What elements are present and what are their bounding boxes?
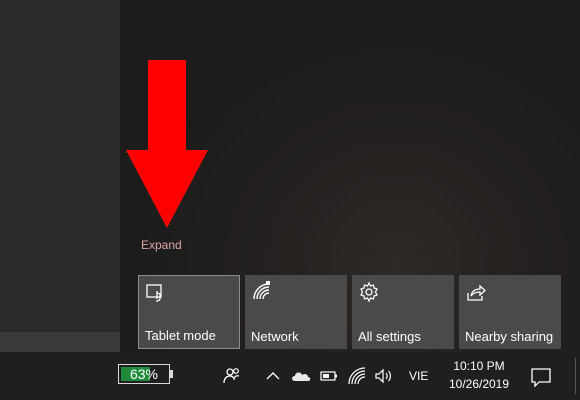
battery-indicator[interactable]: 63% bbox=[118, 364, 176, 386]
nearby-sharing-label: Nearby sharing bbox=[465, 329, 554, 344]
quick-actions: Tablet mode Network All settings Nearby … bbox=[138, 275, 562, 349]
network-tile[interactable]: Network bbox=[245, 275, 347, 349]
battery-tip bbox=[170, 370, 173, 378]
show-desktop-edge[interactable] bbox=[575, 358, 576, 394]
network-label: Network bbox=[251, 329, 299, 344]
nearby-sharing-icon bbox=[467, 284, 486, 301]
desktop-screen: Expand Tablet mode Network All settings … bbox=[0, 0, 580, 400]
clock-date: 10/26/2019 bbox=[448, 377, 510, 391]
settings-gear-icon bbox=[360, 281, 378, 303]
network-icon bbox=[253, 281, 270, 300]
clock-time: 10:10 PM bbox=[453, 359, 505, 373]
background-window bbox=[0, 0, 120, 350]
background-window-strip bbox=[0, 332, 120, 352]
nearby-sharing-tile[interactable]: Nearby sharing bbox=[459, 275, 561, 349]
wifi-icon[interactable] bbox=[347, 366, 367, 386]
chevron-up-icon[interactable] bbox=[263, 366, 283, 386]
battery-percent: 63% bbox=[129, 366, 159, 382]
red-arrow-annotation bbox=[126, 60, 208, 228]
all-settings-label: All settings bbox=[358, 329, 421, 344]
people-icon[interactable] bbox=[222, 366, 242, 386]
volume-icon[interactable] bbox=[373, 366, 393, 386]
tablet-mode-tile[interactable]: Tablet mode bbox=[138, 275, 240, 349]
action-center-icon[interactable] bbox=[530, 366, 552, 388]
tablet-mode-label: Tablet mode bbox=[145, 328, 216, 343]
cloud-icon[interactable] bbox=[290, 366, 312, 386]
input-language[interactable]: VIE bbox=[409, 369, 428, 383]
battery-icon[interactable] bbox=[319, 366, 339, 386]
clock[interactable]: 10:10 PM 10/26/2019 bbox=[441, 357, 517, 393]
all-settings-tile[interactable]: All settings bbox=[352, 275, 454, 349]
expand-link[interactable]: Expand bbox=[141, 238, 182, 252]
tablet-mode-icon bbox=[146, 284, 162, 302]
taskbar: 63% VIE 10:10 PM 10/26/2019 bbox=[0, 352, 580, 400]
